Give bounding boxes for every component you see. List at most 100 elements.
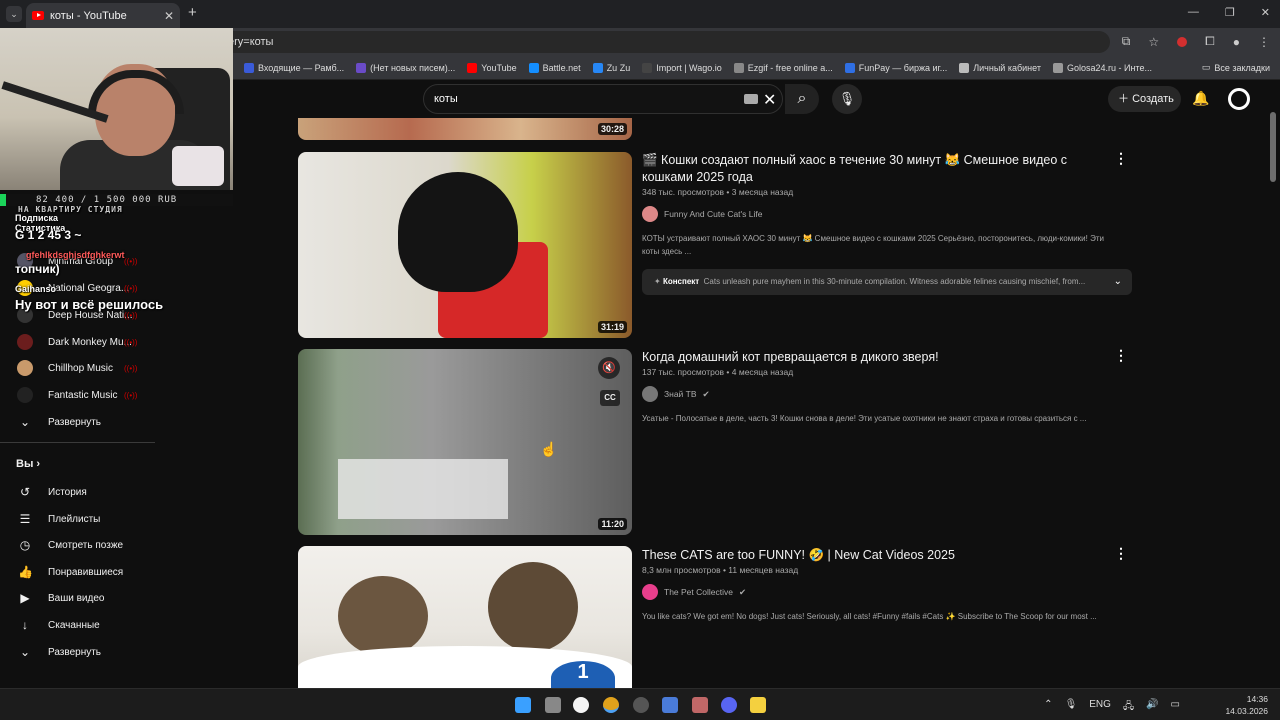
sidebar-item-history[interactable]: ↺ История xyxy=(0,479,230,505)
browser-menu-icon[interactable]: ⋮ xyxy=(1258,35,1270,49)
video-channel[interactable]: Знай ТВ ✔ xyxy=(642,386,710,402)
chat-username: gfehlkdsghjsdfghkerwt xyxy=(26,250,125,260)
channel-avatar[interactable] xyxy=(642,386,658,402)
bookmark-item[interactable]: Golosa24.ru - Инте... xyxy=(1052,62,1152,73)
video-thumbnail[interactable]: 30:28 xyxy=(298,118,632,140)
more-actions-icon[interactable]: ⋮ xyxy=(1114,347,1128,364)
search-input[interactable]: коты xyxy=(423,84,783,114)
restore-icon[interactable]: ❐ xyxy=(1225,6,1235,19)
channel-avatar[interactable] xyxy=(642,584,658,600)
extensions-icon[interactable]: ⧠ xyxy=(1205,34,1215,49)
search-button[interactable]: ⌕ xyxy=(785,84,819,114)
app-icon[interactable] xyxy=(662,697,678,713)
chat-username-2: Gaihanso xyxy=(15,284,57,294)
bookmark-item[interactable]: FunPay — биржа иг... xyxy=(844,62,947,73)
sidebar-item-like[interactable]: 👍 Понравившиеся xyxy=(0,559,230,585)
new-tab-button[interactable]: + xyxy=(188,4,197,21)
keyboard-icon[interactable] xyxy=(744,94,758,104)
more-actions-icon[interactable]: ⋮ xyxy=(1114,545,1128,562)
video-meta: 8,3 млн просмотров • 11 месяцев назад xyxy=(642,565,799,575)
video-title[interactable]: 🎬 Кошки создают полный хаос в течение 30… xyxy=(642,152,1082,186)
bookmark-item[interactable]: Import | Wago.io xyxy=(642,62,722,73)
captions-icon[interactable]: CC xyxy=(600,390,620,406)
task-view-icon[interactable] xyxy=(545,697,561,713)
sidebar-item-label: Chillhop Music xyxy=(48,362,114,374)
bookmark-item[interactable]: (Нет новых писем)... xyxy=(356,62,455,73)
yandex-browser-icon[interactable] xyxy=(573,697,589,713)
page-scrollbar[interactable] xyxy=(1270,112,1276,182)
photos-icon[interactable] xyxy=(692,697,708,713)
obs-icon[interactable] xyxy=(633,697,649,713)
video-thumbnail[interactable]: 🔇 CC ☝ 11:20 xyxy=(298,349,632,535)
sidebar-item-label: История xyxy=(48,486,87,498)
app-icon-2[interactable] xyxy=(750,697,766,713)
video-thumbnail[interactable]: 31:19 xyxy=(298,152,632,338)
video-description: You like cats? We got em! No dogs! Just … xyxy=(642,612,1097,621)
channel-name[interactable]: Знай ТВ xyxy=(664,389,697,399)
bookmark-star-icon[interactable]: ☆ xyxy=(1148,35,1159,49)
toolbar-icons: ⧉ ☆ ⧠ ● ⋮ xyxy=(1122,34,1270,49)
sidebar-expand[interactable]: ⌄ Развернуть xyxy=(0,409,230,435)
sidebar-item-download[interactable]: ↓ Скачанные xyxy=(0,612,230,638)
sidebar-item-your-videos[interactable]: ▶ Ваши видео xyxy=(0,585,230,611)
extension-red-icon[interactable] xyxy=(1177,36,1188,47)
you-label: Вы xyxy=(16,458,34,470)
sidebar-item-watch-later[interactable]: ◷ Смотреть позже xyxy=(0,532,230,558)
bookmark-item[interactable]: YouTube xyxy=(467,62,517,73)
bookmark-item[interactable]: Входящие — Рамб... xyxy=(244,62,344,73)
channel-name[interactable]: The Pet Collective xyxy=(664,587,733,597)
sidebar-item-label: National Geogra... xyxy=(48,282,130,294)
volume-icon[interactable]: 🔊 xyxy=(1146,699,1158,716)
like-icon: 👍 xyxy=(18,565,33,579)
voice-search-button[interactable]: 🎙 xyxy=(832,84,862,114)
summary-panel[interactable]: ✦ Конспект Cats unleash pure mayhem in t… xyxy=(642,269,1132,295)
create-button[interactable]: ＋ Создать xyxy=(1108,86,1181,112)
sidebar-divider xyxy=(0,442,155,443)
video-thumbnail[interactable]: 1 xyxy=(298,546,632,688)
battery-icon[interactable]: ▭ xyxy=(1171,699,1180,716)
discord-icon[interactable] xyxy=(721,697,737,713)
start-menu-icon[interactable] xyxy=(515,697,531,713)
browser-tab[interactable]: коты - YouTube ✕ xyxy=(26,3,180,28)
channel-avatar[interactable] xyxy=(642,206,658,222)
tray-chevron-icon[interactable]: ⌃ xyxy=(1044,699,1052,716)
cast-icon[interactable]: ⧉ xyxy=(1122,34,1131,49)
channel-name[interactable]: Funny And Cute Cat's Life xyxy=(664,209,763,219)
clock[interactable]: 14:36 14.03.2026 xyxy=(1225,693,1268,717)
account-avatar[interactable] xyxy=(1228,88,1250,110)
sidebar-you-heading[interactable]: Вы › xyxy=(16,458,40,470)
profile-icon[interactable]: ● xyxy=(1233,35,1240,49)
chevron-down-icon[interactable]: ⌄ xyxy=(1114,269,1122,295)
all-bookmarks-button[interactable]: ▭ Все закладки xyxy=(1202,62,1270,73)
language-indicator[interactable]: ENG xyxy=(1089,699,1111,716)
verified-icon: ✔ xyxy=(702,388,710,399)
bookmark-item[interactable]: Battle.net xyxy=(528,62,581,73)
more-actions-icon[interactable]: ⋮ xyxy=(1114,150,1128,167)
sidebar-subscription[interactable]: Fantastic Music ((•)) xyxy=(0,382,230,408)
video-title[interactable]: Когда домашний кот превращается в дикого… xyxy=(642,349,1082,366)
network-icon[interactable]: 🖧 xyxy=(1123,699,1134,716)
sidebar-item-label: Развернуть xyxy=(48,416,102,428)
video-duration: 31:19 xyxy=(597,321,627,333)
notifications-bell-icon[interactable]: 🔔 xyxy=(1192,90,1209,107)
video-title[interactable]: These CATS are too FUNNY! 🤣 | New Cat Vi… xyxy=(642,547,1082,564)
sidebar-subscription[interactable]: Chillhop Music ((•)) xyxy=(0,355,230,381)
close-window-icon[interactable]: ✕ xyxy=(1261,6,1270,19)
tray-mic-icon[interactable]: 🎙 xyxy=(1065,699,1078,716)
all-bookmarks-label: Все закладки xyxy=(1214,62,1270,73)
clear-search-icon[interactable]: ✕ xyxy=(763,90,776,110)
minimize-icon[interactable]: — xyxy=(1188,6,1199,19)
tab-close-icon[interactable]: ✕ xyxy=(164,9,174,23)
sidebar-item-playlists[interactable]: ☰ Плейлисты xyxy=(0,506,230,532)
video-meta: 348 тыс. просмотров • 3 месяца назад xyxy=(642,187,794,197)
mute-icon[interactable]: 🔇 xyxy=(598,357,620,379)
tab-search-button[interactable]: ⌄ xyxy=(6,6,22,22)
bookmark-item[interactable]: Личный кабинет xyxy=(959,62,1041,73)
sidebar-subscription[interactable]: Dark Monkey Mu... ((•)) xyxy=(0,329,230,355)
chrome-icon[interactable] xyxy=(603,697,619,713)
video-channel[interactable]: The Pet Collective ✔ xyxy=(642,584,746,600)
bookmark-item[interactable]: Ezgif - free online a... xyxy=(733,62,833,73)
video-channel[interactable]: Funny And Cute Cat's Life xyxy=(642,206,763,222)
bookmark-item[interactable]: Zu Zu xyxy=(592,62,630,73)
sidebar-expand-2[interactable]: ⌄ Развернуть xyxy=(0,639,230,665)
